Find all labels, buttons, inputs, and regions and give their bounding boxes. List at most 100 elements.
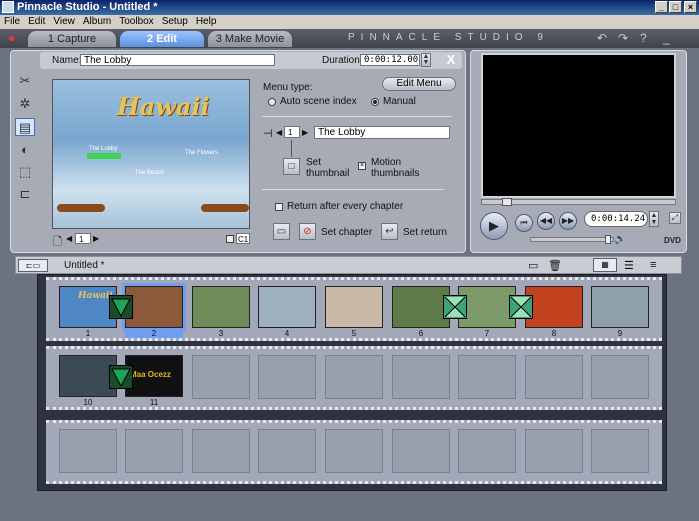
disc-menu-tool-icon[interactable]: ▤ [15, 118, 35, 136]
duration-input[interactable]: 0:00:12.00 [360, 54, 420, 66]
menu-setup[interactable]: Setup [158, 15, 192, 29]
next-chapter-icon[interactable]: ▶ [302, 128, 308, 137]
c1-checkbox[interactable] [226, 235, 234, 243]
auto-scene-radio[interactable] [268, 98, 276, 106]
set-return-label[interactable]: Set return [403, 227, 447, 238]
storyboard-view-icon[interactable]: ▦ [593, 258, 617, 272]
set-return-icon[interactable]: ↩ [381, 223, 398, 240]
clip-thumbnail[interactable] [325, 286, 383, 328]
chapter-link-icon: ⊣ [263, 128, 273, 140]
delete-icon[interactable]: 🗑 [548, 259, 562, 272]
tab-edit[interactable]: 2 Edit [120, 31, 204, 47]
empty-slot[interactable] [458, 355, 516, 399]
play-button[interactable]: ▶ [480, 212, 508, 240]
page-number-field[interactable]: 1 [75, 233, 91, 244]
clip-properties-icon[interactable]: ▭ [528, 259, 538, 272]
transition-icon[interactable] [109, 295, 133, 319]
clip-thumbnail[interactable] [192, 286, 250, 328]
return-after-checkbox[interactable] [275, 203, 283, 211]
rewind-button[interactable]: ⏮ [515, 214, 533, 232]
empty-slot[interactable] [392, 429, 450, 473]
clip-thumbnail[interactable] [122, 283, 186, 331]
effects-tool-icon[interactable]: ✲ [15, 95, 35, 113]
menu-file[interactable]: File [0, 15, 24, 29]
next-page-icon[interactable]: ▶ [93, 234, 99, 243]
empty-slot[interactable] [525, 355, 583, 399]
menu-help[interactable]: Help [192, 15, 221, 29]
player-scrubber[interactable] [481, 198, 676, 206]
clip-thumbnail[interactable] [591, 286, 649, 328]
empty-slot[interactable] [258, 429, 316, 473]
volume-slider[interactable] [530, 235, 614, 244]
movie-window-icon[interactable]: ⊏▭ [18, 259, 48, 272]
edit-menu-button[interactable]: Edit Menu [382, 77, 456, 91]
duration-spinner[interactable]: ▲ ▼ [421, 53, 431, 67]
set-thumbnail-button[interactable]: □ [283, 158, 300, 175]
manual-label: Manual [383, 96, 416, 107]
set-chapter-label[interactable]: Set chapter [321, 227, 372, 238]
menu-toolbox[interactable]: Toolbox [115, 15, 157, 29]
set-chapter-icon[interactable]: ⊘ [299, 223, 316, 240]
chapter-number-field[interactable]: 1 [284, 126, 300, 138]
motion-thumbnails-checkbox[interactable]: × [358, 162, 366, 170]
empty-slot[interactable] [258, 355, 316, 399]
app-icon[interactable] [2, 1, 14, 13]
audio-tool-icon[interactable]: ⊏ [15, 185, 35, 203]
menu-view[interactable]: View [49, 15, 79, 29]
step-back-button[interactable]: ◀◀ [537, 212, 555, 230]
speaker-icon[interactable]: 🔈 [614, 234, 626, 245]
empty-slot[interactable] [591, 355, 649, 399]
menu-type-label: Menu type: [263, 82, 313, 93]
storyboard-header: ⊏▭ Untitled * ▭ 🗑 ▦ ☰ ≡ [15, 256, 682, 274]
clip-thumbnail[interactable] [525, 286, 583, 328]
empty-slot[interactable] [192, 355, 250, 399]
slowmo-tool-icon[interactable]: ⬚ [15, 163, 35, 181]
empty-slot[interactable] [392, 355, 450, 399]
step-forward-button[interactable]: ▶▶ [559, 212, 577, 230]
prev-page-icon[interactable]: ◀ [66, 234, 72, 243]
video-tool-icon[interactable]: ✂ [15, 72, 35, 90]
empty-slot[interactable] [125, 429, 183, 473]
redo-icon[interactable]: ↷ [618, 32, 630, 44]
empty-slot[interactable] [192, 429, 250, 473]
empty-slot[interactable] [325, 355, 383, 399]
prev-chapter-icon[interactable]: ◀ [276, 128, 282, 137]
volume-handle[interactable] [605, 235, 611, 244]
maximize-button[interactable]: □ [669, 1, 682, 13]
timecode-spinner[interactable]: ▲ ▼ [649, 211, 659, 227]
clip-thumbnail[interactable] [258, 286, 316, 328]
dvd-badge[interactable]: DVD [664, 236, 681, 245]
name-input[interactable]: The Lobby [80, 54, 275, 66]
minimize-studio-icon[interactable]: _ [663, 32, 675, 44]
help-icon[interactable]: ? [640, 32, 652, 44]
player-timecode[interactable]: 0:00:14.24 [584, 211, 648, 227]
undo-icon[interactable]: ↶ [597, 32, 609, 44]
fullscreen-icon[interactable]: ⤢ [669, 212, 681, 224]
empty-slot[interactable] [325, 429, 383, 473]
title-tool-icon[interactable]: ◐ [15, 141, 35, 159]
chapter-name-input[interactable]: The Lobby [314, 126, 450, 139]
menu-edit[interactable]: Edit [24, 15, 49, 29]
transition-icon[interactable] [109, 365, 133, 389]
timeline-view-icon[interactable]: ☰ [624, 259, 634, 272]
menu-album[interactable]: Album [79, 15, 115, 29]
scrubber-handle[interactable] [502, 198, 512, 206]
minimize-button[interactable]: _ [655, 1, 668, 13]
transition-icon[interactable] [509, 295, 533, 319]
text-view-icon[interactable]: ≡ [650, 259, 656, 271]
close-editor-icon[interactable]: X [444, 53, 458, 67]
clip-thumbnail[interactable]: Maa Ocezz [125, 355, 183, 397]
clip-thumbnail[interactable] [392, 286, 450, 328]
manual-radio[interactable] [371, 98, 379, 106]
empty-slot[interactable] [458, 429, 516, 473]
tab-make-movie[interactable]: 3 Make Movie [208, 31, 292, 47]
page-icon[interactable]: 🗋 [53, 233, 62, 252]
record-icon: ● [8, 31, 16, 45]
close-window-button[interactable]: × [684, 1, 697, 13]
transition-icon[interactable] [443, 295, 467, 319]
tab-capture[interactable]: 1 Capture [28, 31, 116, 47]
empty-slot[interactable] [591, 429, 649, 473]
empty-slot[interactable] [525, 429, 583, 473]
chapter-list-button[interactable]: ▭ [273, 223, 290, 240]
empty-slot[interactable] [59, 429, 117, 473]
